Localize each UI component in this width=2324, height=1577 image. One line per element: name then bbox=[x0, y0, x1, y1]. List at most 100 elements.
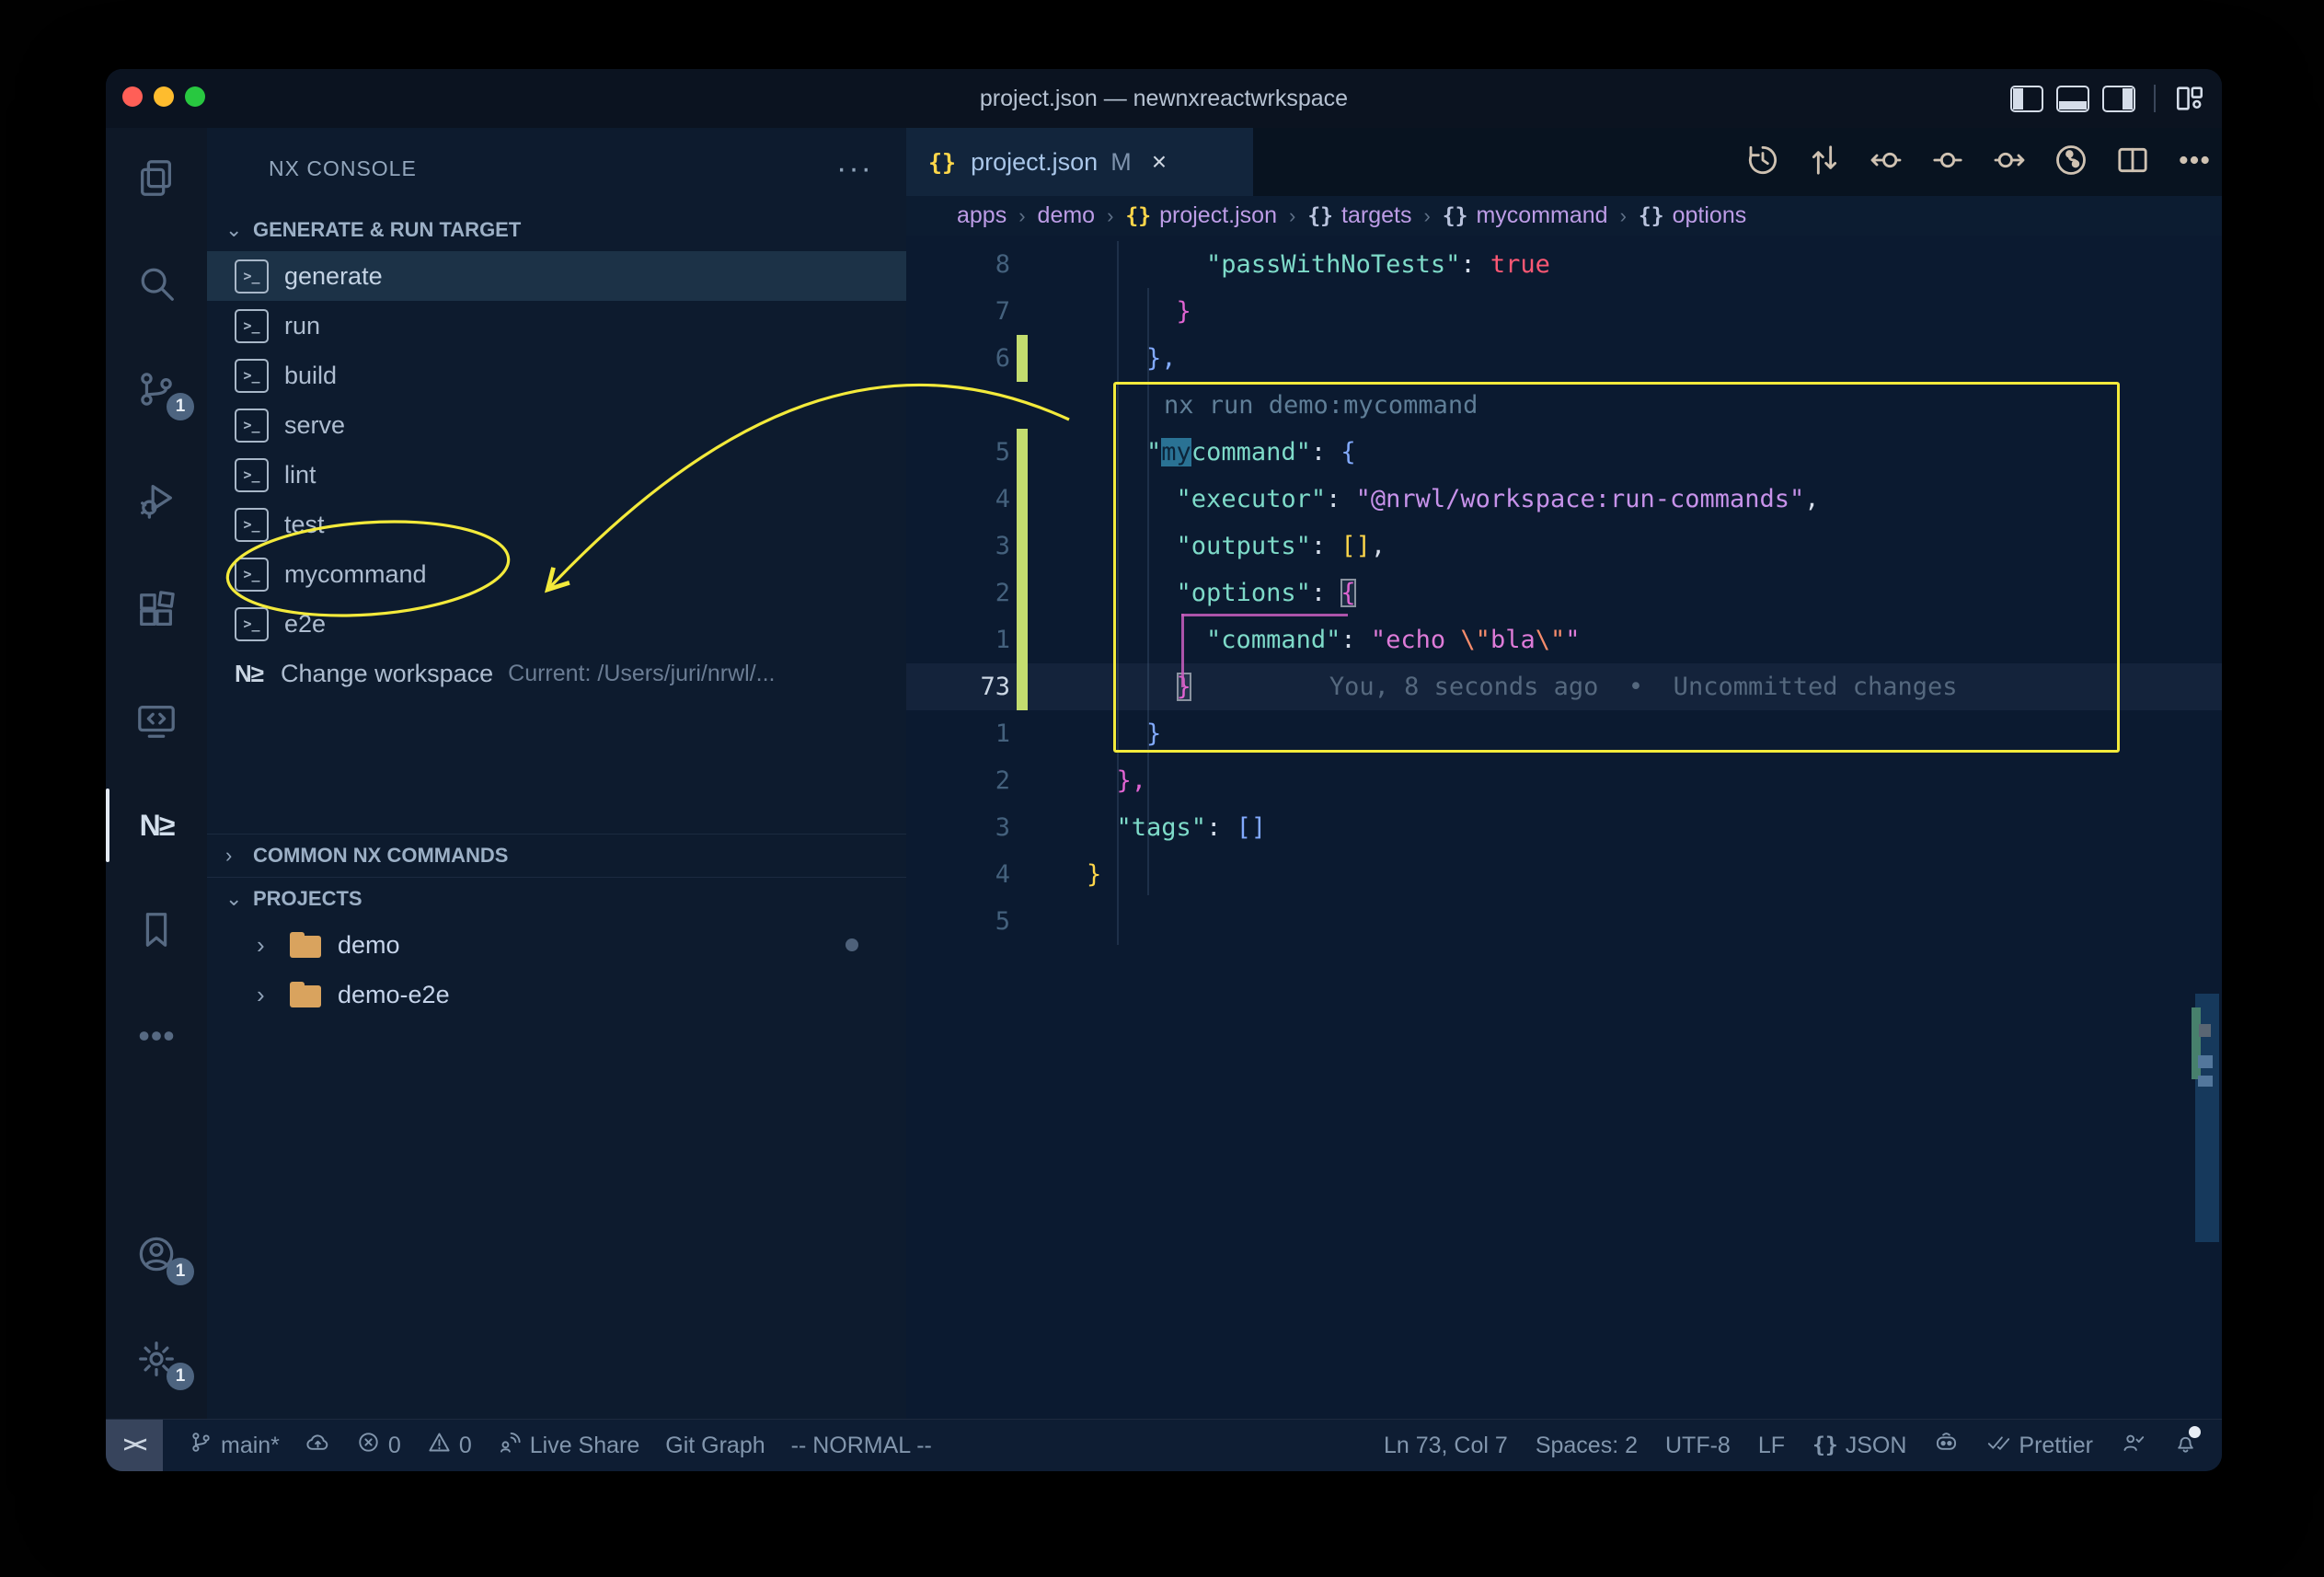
status-normal[interactable]: -- NORMAL -- bbox=[791, 1420, 932, 1471]
line-number: 2 bbox=[906, 570, 1010, 616]
sidebar-item-build[interactable]: >_build bbox=[207, 351, 906, 400]
history-icon[interactable] bbox=[1744, 142, 1781, 183]
customize-layout-icon[interactable] bbox=[2174, 83, 2205, 114]
sidebar-item-run[interactable]: >_run bbox=[207, 301, 906, 351]
change-icon[interactable] bbox=[1929, 142, 1966, 183]
section-header-generate-run-target[interactable]: ⌄GENERATE & RUN TARGET bbox=[207, 209, 906, 251]
next-change-icon[interactable] bbox=[1991, 142, 2028, 183]
sidebar-item-e2e[interactable]: >_e2e bbox=[207, 599, 906, 649]
feedback-icon bbox=[2121, 1430, 2146, 1461]
nx-console-activity-item[interactable]: N≥ bbox=[106, 781, 207, 869]
breadcrumb-item-demo[interactable]: demo bbox=[1038, 202, 1096, 229]
status-warnings-icon[interactable]: 0 bbox=[427, 1420, 472, 1471]
sidebar-more-actions-icon[interactable]: ··· bbox=[836, 159, 873, 178]
titlebar-layout-controls bbox=[2010, 69, 2205, 128]
editor-area: {} project.json M × apps › demo › {}project.… bbox=[906, 128, 2222, 1420]
bookmarks-activity-item[interactable] bbox=[106, 887, 207, 975]
run-target-icon: >_ bbox=[235, 607, 269, 641]
status-prettier-check-icon[interactable]: Prettier bbox=[1986, 1420, 2093, 1471]
code-editor[interactable]: 8 "passWithNoTests": true7 }6 },nx run d… bbox=[906, 236, 2222, 1420]
toggle-secondary-sidebar-icon[interactable] bbox=[2102, 86, 2135, 112]
chevron-right-icon[interactable]: › bbox=[235, 931, 290, 960]
overview-ruler-mark bbox=[2198, 1055, 2213, 1068]
more-actions-icon[interactable] bbox=[2176, 142, 2213, 183]
status-remote-icon[interactable]: >< bbox=[106, 1420, 163, 1471]
bookmarks-icon bbox=[135, 908, 178, 955]
files-activity-item[interactable] bbox=[106, 135, 207, 224]
section-header-projects[interactable]: ⌄PROJECTS bbox=[207, 877, 906, 920]
line-number: 5 bbox=[906, 898, 1010, 945]
toggle-panel-icon[interactable] bbox=[2056, 86, 2089, 112]
extensions-activity-item[interactable] bbox=[106, 568, 207, 656]
status-feedback-icon[interactable] bbox=[2121, 1420, 2146, 1471]
code-line: 6 }, bbox=[906, 335, 2222, 382]
git-blame-annotation: You, 8 seconds ago • Uncommitted changes bbox=[1329, 673, 1958, 701]
git-branch-icon bbox=[189, 1430, 213, 1461]
breadcrumb-item-apps[interactable]: apps bbox=[957, 202, 1007, 229]
sidebar-item-lint[interactable]: >_lint bbox=[207, 450, 906, 500]
json-braces-icon: {} bbox=[1307, 204, 1333, 228]
run-debug-activity-item[interactable] bbox=[106, 457, 207, 546]
status-git-branch-icon[interactable]: main* bbox=[189, 1420, 280, 1471]
status-errors-icon[interactable]: 0 bbox=[356, 1420, 401, 1471]
status-utf-8[interactable]: UTF-8 bbox=[1665, 1420, 1731, 1471]
accounts-activity-item[interactable]: 1 bbox=[106, 1212, 207, 1300]
status-copilot-icon[interactable] bbox=[1934, 1420, 1959, 1471]
code-line: 1 "command": "echo \"bla\"" bbox=[906, 616, 2222, 663]
search-activity-item[interactable] bbox=[106, 241, 207, 329]
section-header-common-nx-commands[interactable]: ›COMMON NX COMMANDS bbox=[207, 834, 906, 877]
breadcrumb-separator: › bbox=[1423, 204, 1430, 228]
sidebar-item-demo[interactable]: ›demo bbox=[207, 920, 906, 970]
sidebar-item-test[interactable]: >_test bbox=[207, 500, 906, 549]
sidebar-item-mycommand[interactable]: >_mycommand bbox=[207, 549, 906, 599]
line-number: 8 bbox=[906, 241, 1010, 288]
code-line: 7 } bbox=[906, 288, 2222, 335]
remote-explorer-activity-item[interactable] bbox=[106, 678, 207, 766]
status-braces-icon[interactable]: {}JSON bbox=[1812, 1420, 1906, 1471]
breadcrumb-item-targets[interactable]: {}targets bbox=[1307, 202, 1411, 229]
badge: 1 bbox=[167, 1363, 194, 1390]
line-number: 7 bbox=[906, 288, 1010, 335]
tab-modified-indicator: M bbox=[1110, 148, 1132, 177]
nx-console-sidebar: NX CONSOLE ··· ⌄GENERATE & RUN TARGET>_g… bbox=[207, 128, 907, 1420]
source-control-activity-item[interactable]: 1 bbox=[106, 347, 207, 435]
breadcrumb-item-options[interactable]: {}options bbox=[1639, 202, 1746, 229]
active-view-indicator bbox=[106, 788, 109, 862]
sidebar-item-generate[interactable]: >_generate bbox=[207, 251, 906, 301]
status-lf[interactable]: LF bbox=[1758, 1420, 1785, 1471]
toggle-primary-sidebar-icon[interactable] bbox=[2010, 86, 2043, 112]
chevron-right-icon[interactable]: › bbox=[235, 981, 290, 1009]
tab-project-json[interactable]: {} project.json M × bbox=[906, 128, 1253, 196]
more-views-activity-item[interactable] bbox=[106, 994, 207, 1082]
errors-icon bbox=[356, 1430, 381, 1461]
compare-changes-icon[interactable] bbox=[1806, 142, 1843, 183]
breadcrumb-item-project-json[interactable]: {}project.json bbox=[1125, 202, 1277, 229]
status-bell-icon[interactable] bbox=[2173, 1420, 2198, 1471]
tab-close-icon[interactable]: × bbox=[1152, 147, 1167, 177]
breadcrumb-item-mycommand[interactable]: {}mycommand bbox=[1443, 202, 1608, 229]
editor-actions bbox=[1744, 128, 2213, 196]
settings-gear-activity-item[interactable]: 1 bbox=[106, 1317, 207, 1405]
gutter-modified-indicator bbox=[1017, 570, 1028, 616]
open-changes-icon[interactable] bbox=[2053, 142, 2089, 183]
split-editor-icon[interactable] bbox=[2114, 142, 2151, 183]
badge: 1 bbox=[167, 1258, 194, 1285]
nx-console-icon: N≥ bbox=[140, 809, 174, 843]
sidebar-item-serve[interactable]: >_serve bbox=[207, 400, 906, 450]
sidebar-item-change-workspace[interactable]: N≥Change workspaceCurrent: /Users/juri/n… bbox=[207, 649, 906, 698]
gutter-modified-indicator bbox=[1017, 616, 1028, 663]
vscode-window: project.json — newnxreactwrkspace 1N≥11 … bbox=[106, 69, 2222, 1471]
prettier-check-icon bbox=[1986, 1430, 2011, 1461]
run-target-icon: >_ bbox=[235, 558, 269, 592]
status-live-share-icon[interactable]: Live Share bbox=[498, 1420, 640, 1471]
folder-icon bbox=[290, 982, 321, 1007]
status-spaces-2[interactable]: Spaces: 2 bbox=[1536, 1420, 1638, 1471]
previous-change-icon[interactable] bbox=[1868, 142, 1904, 183]
line-number: 3 bbox=[906, 523, 1010, 570]
chevron-right-icon: › bbox=[225, 844, 253, 868]
status-ln-73-col-7[interactable]: Ln 73, Col 7 bbox=[1384, 1420, 1508, 1471]
status-git-graph[interactable]: Git Graph bbox=[665, 1420, 765, 1471]
sidebar-item-demo-e2e[interactable]: ›demo-e2e bbox=[207, 970, 906, 1019]
breadcrumb-separator: › bbox=[1107, 204, 1113, 228]
status-sync-icon[interactable] bbox=[305, 1420, 330, 1471]
